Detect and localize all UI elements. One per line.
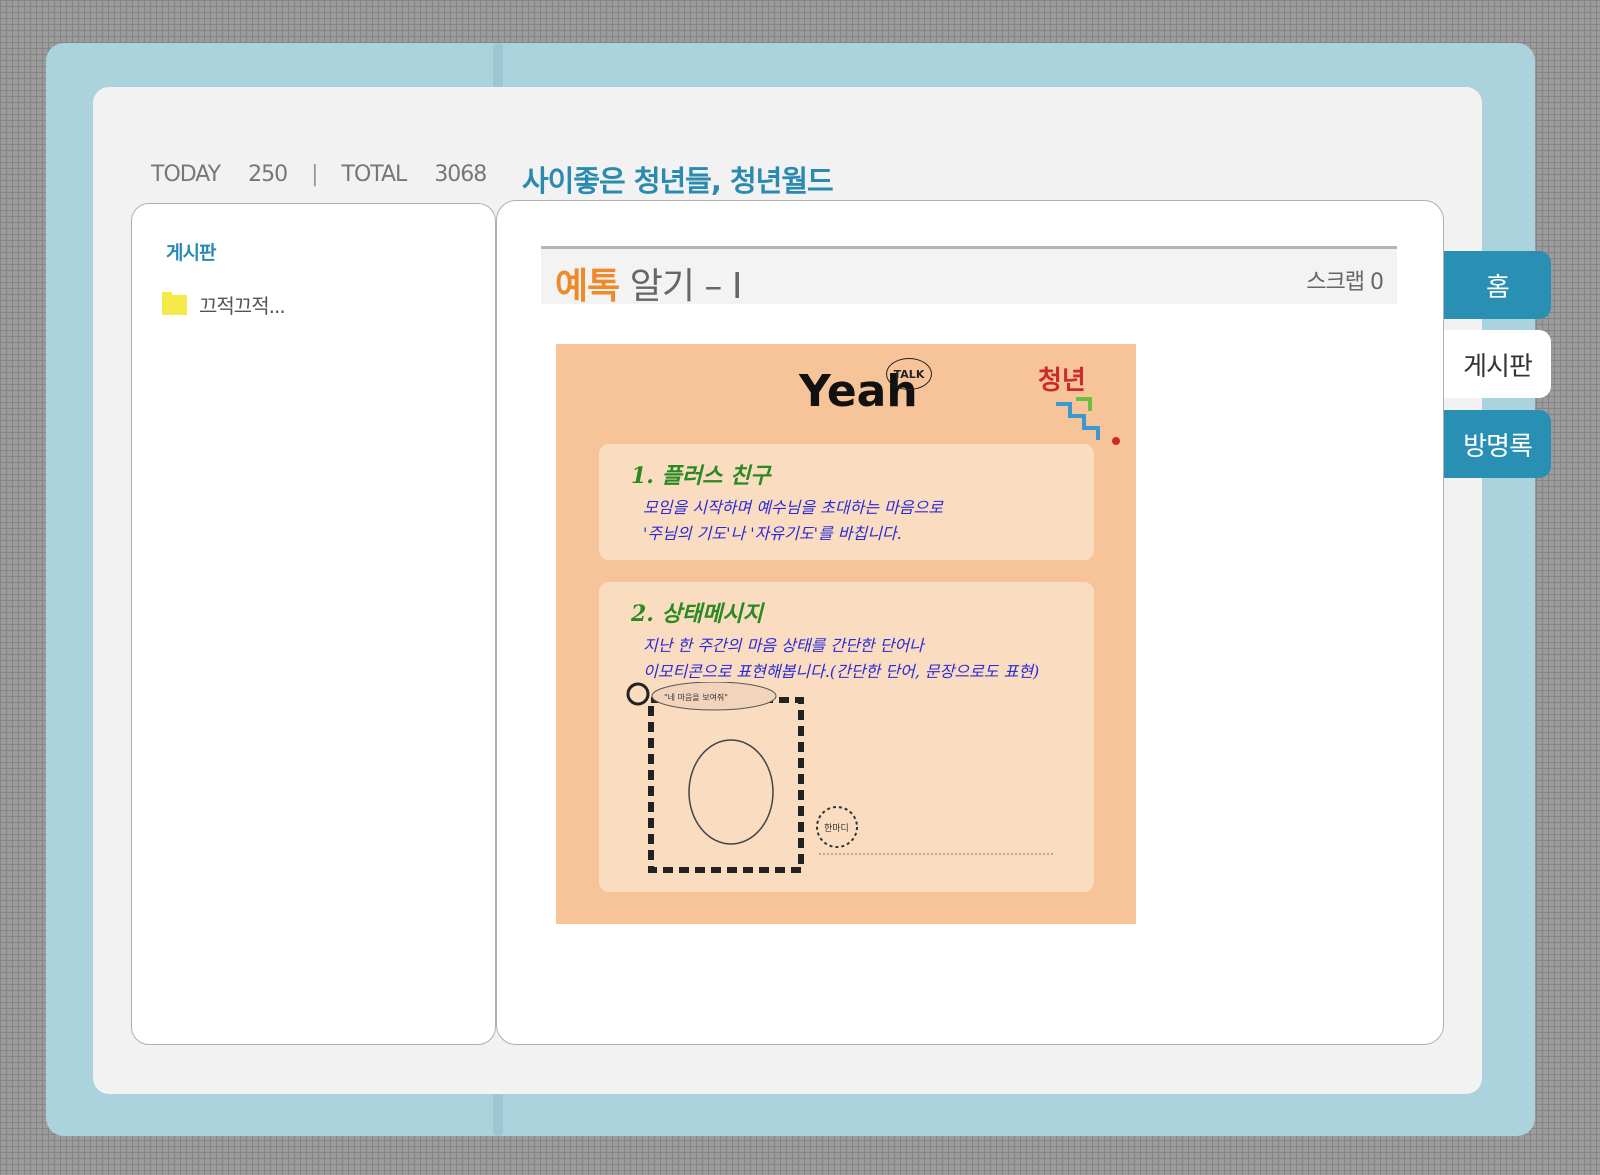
card1-line1: 모임을 시작하며 예수님을 초대하는 마음으로: [643, 498, 944, 517]
post-title-accent: 예톡: [555, 266, 620, 307]
talk-badge: TALK: [886, 358, 932, 390]
youth-logo: 청년: [1038, 366, 1120, 445]
today-label: TODAY: [151, 162, 221, 187]
main-panel: 예톡 알기 – Ⅰ 스크랩 0 Yeah TALK 청년 1. 플러스 친구 모…: [496, 200, 1444, 1045]
total-value: 3068: [434, 162, 487, 187]
card2-line1: 지난 한 주간의 마음 상태를 간단한 단어나: [643, 636, 924, 655]
visitor-counter: TODAY 250 | TOTAL 3068: [151, 162, 487, 187]
tab-guestbook[interactable]: 방명록: [1444, 410, 1551, 478]
folder-icon: [162, 291, 187, 315]
card-status-message: 2. 상태메시지 지난 한 주간의 마음 상태를 간단한 단어나 이모티콘으로 …: [599, 582, 1094, 892]
post-header: 예톡 알기 – Ⅰ 스크랩 0: [541, 246, 1397, 307]
face-frame-drawing: "네 마음을 보여줘" 한마디: [626, 682, 1054, 873]
post-title-rest: 알기 – Ⅰ: [619, 266, 743, 307]
left-panel: 게시판 끄적끄적...: [131, 203, 496, 1045]
card1-heading: 1. 플러스 친구: [631, 463, 771, 489]
post-title: 예톡 알기 – Ⅰ: [555, 257, 743, 309]
youth-logo-text: 청년: [1038, 366, 1086, 396]
scrap-counter[interactable]: 스크랩 0: [1306, 264, 1384, 296]
total-label: TOTAL: [341, 162, 408, 187]
bubble-text: "네 마음을 보여줘": [664, 692, 728, 702]
sidebar-item-folder[interactable]: 끄적끄적...: [162, 290, 286, 319]
counter-separator: |: [311, 162, 318, 187]
tab-home[interactable]: 홈: [1444, 251, 1551, 319]
sidebar-item-label: 끄적끄적...: [199, 294, 286, 318]
card-plus-friend: 1. 플러스 친구 모임을 시작하며 예수님을 초대하는 마음으로 '주님의 기…: [599, 444, 1094, 560]
card2-line2: 이모티콘으로 표현해봅니다.(간단한 단어, 문장으로도 표현): [643, 662, 1040, 681]
post-image: Yeah TALK 청년 1. 플러스 친구 모임을 시작하며 예수님을 초대하…: [556, 344, 1136, 924]
card1-line2: '주님의 기도'나 '자유기도'를 바칩니다.: [643, 524, 902, 543]
today-value: 250: [248, 162, 288, 187]
tab-board[interactable]: 게시판: [1444, 330, 1551, 398]
stamp-text: 한마디: [824, 823, 849, 834]
card2-heading: 2. 상태메시지: [631, 601, 763, 627]
site-title: 사이좋은 청년들, 청년월드: [522, 164, 834, 198]
sidebar-section-label: 게시판: [166, 242, 216, 264]
